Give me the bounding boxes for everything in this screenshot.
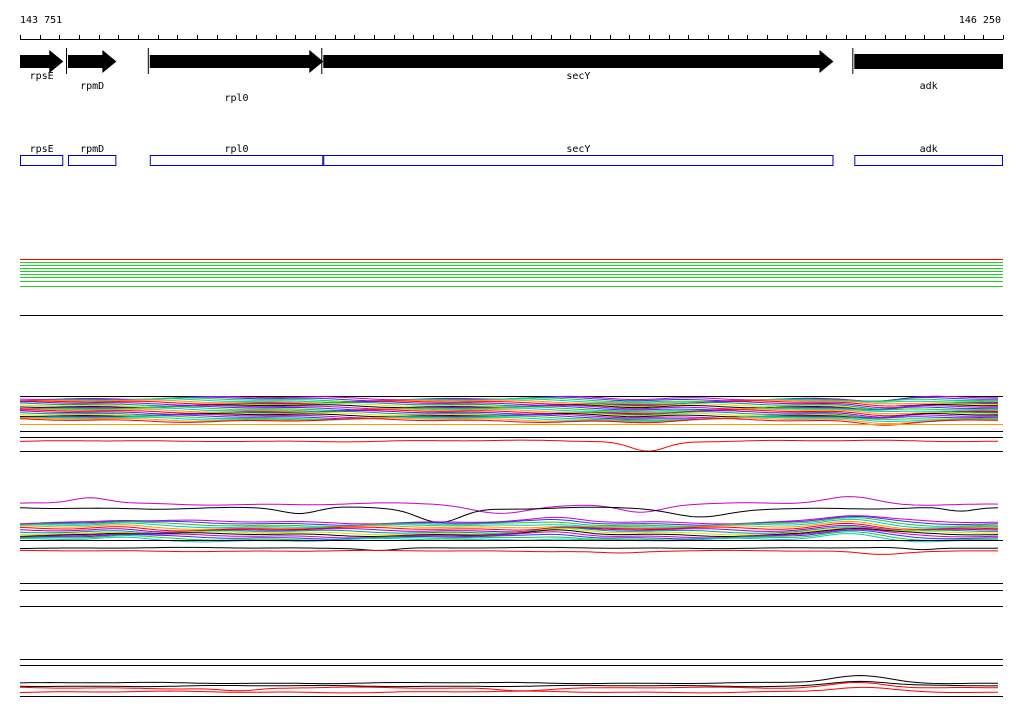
- gene-box-track: rpsE rpmD rpl0 secY adk: [20, 144, 1003, 166]
- ruler-end-label: 146 250: [959, 15, 1001, 26]
- gene-box-label-adk: adk: [920, 144, 938, 155]
- gene-box-label-rpsE: rpsE: [30, 144, 54, 155]
- gene-arrow-rpmD: [67, 50, 117, 73]
- track2-red-dip: [19, 439, 999, 452]
- gene-box-rpl0: [149, 155, 324, 166]
- gene-arrow-adk: [854, 54, 1003, 69]
- gene-box-adk: [854, 155, 1003, 166]
- gene-box-rpmD: [67, 155, 117, 166]
- gene-arrow-secY: [323, 50, 834, 73]
- gene-arrow-label-rpsE: rpsE: [30, 71, 54, 82]
- gene-arrow-track: rpsE rpmD rpl0 secY adk: [20, 48, 1003, 104]
- signal-tracks: [19, 259, 1003, 697]
- gene-arrow-label-secY: secY: [566, 71, 590, 82]
- gene-arrow-rpsE: [20, 50, 64, 73]
- gene-box-secY: [323, 155, 834, 166]
- gene-box-label-secY: secY: [566, 144, 590, 155]
- gene-arrow-label-rpl0: rpl0: [224, 93, 248, 104]
- ruler-start-label: 143 751: [20, 15, 62, 26]
- gene-box-label-rpl0: rpl0: [224, 144, 248, 155]
- gene-arrow-label-rpmD: rpmD: [80, 81, 104, 92]
- coordinate-ruler: 143 751 146 250: [20, 15, 1004, 40]
- gene-box-rpsE: [20, 155, 64, 166]
- gene-arrow-rpl0: [149, 50, 324, 73]
- gene-arrow-label-adk: adk: [920, 81, 938, 92]
- track3-magenta-trace: [19, 496, 999, 514]
- genome-track-viewer: 143 751 146 250 rpsE rpmD rpl0 secY adk rpsE…: [0, 0, 1024, 714]
- track-canvas: 143 751 146 250 rpsE rpmD rpl0 secY adk rpsE…: [19, 15, 1004, 697]
- gene-box-label-rpmD: rpmD: [80, 144, 104, 155]
- track3-red-lower: [20, 549, 998, 555]
- track3-black-lower: [19, 546, 999, 552]
